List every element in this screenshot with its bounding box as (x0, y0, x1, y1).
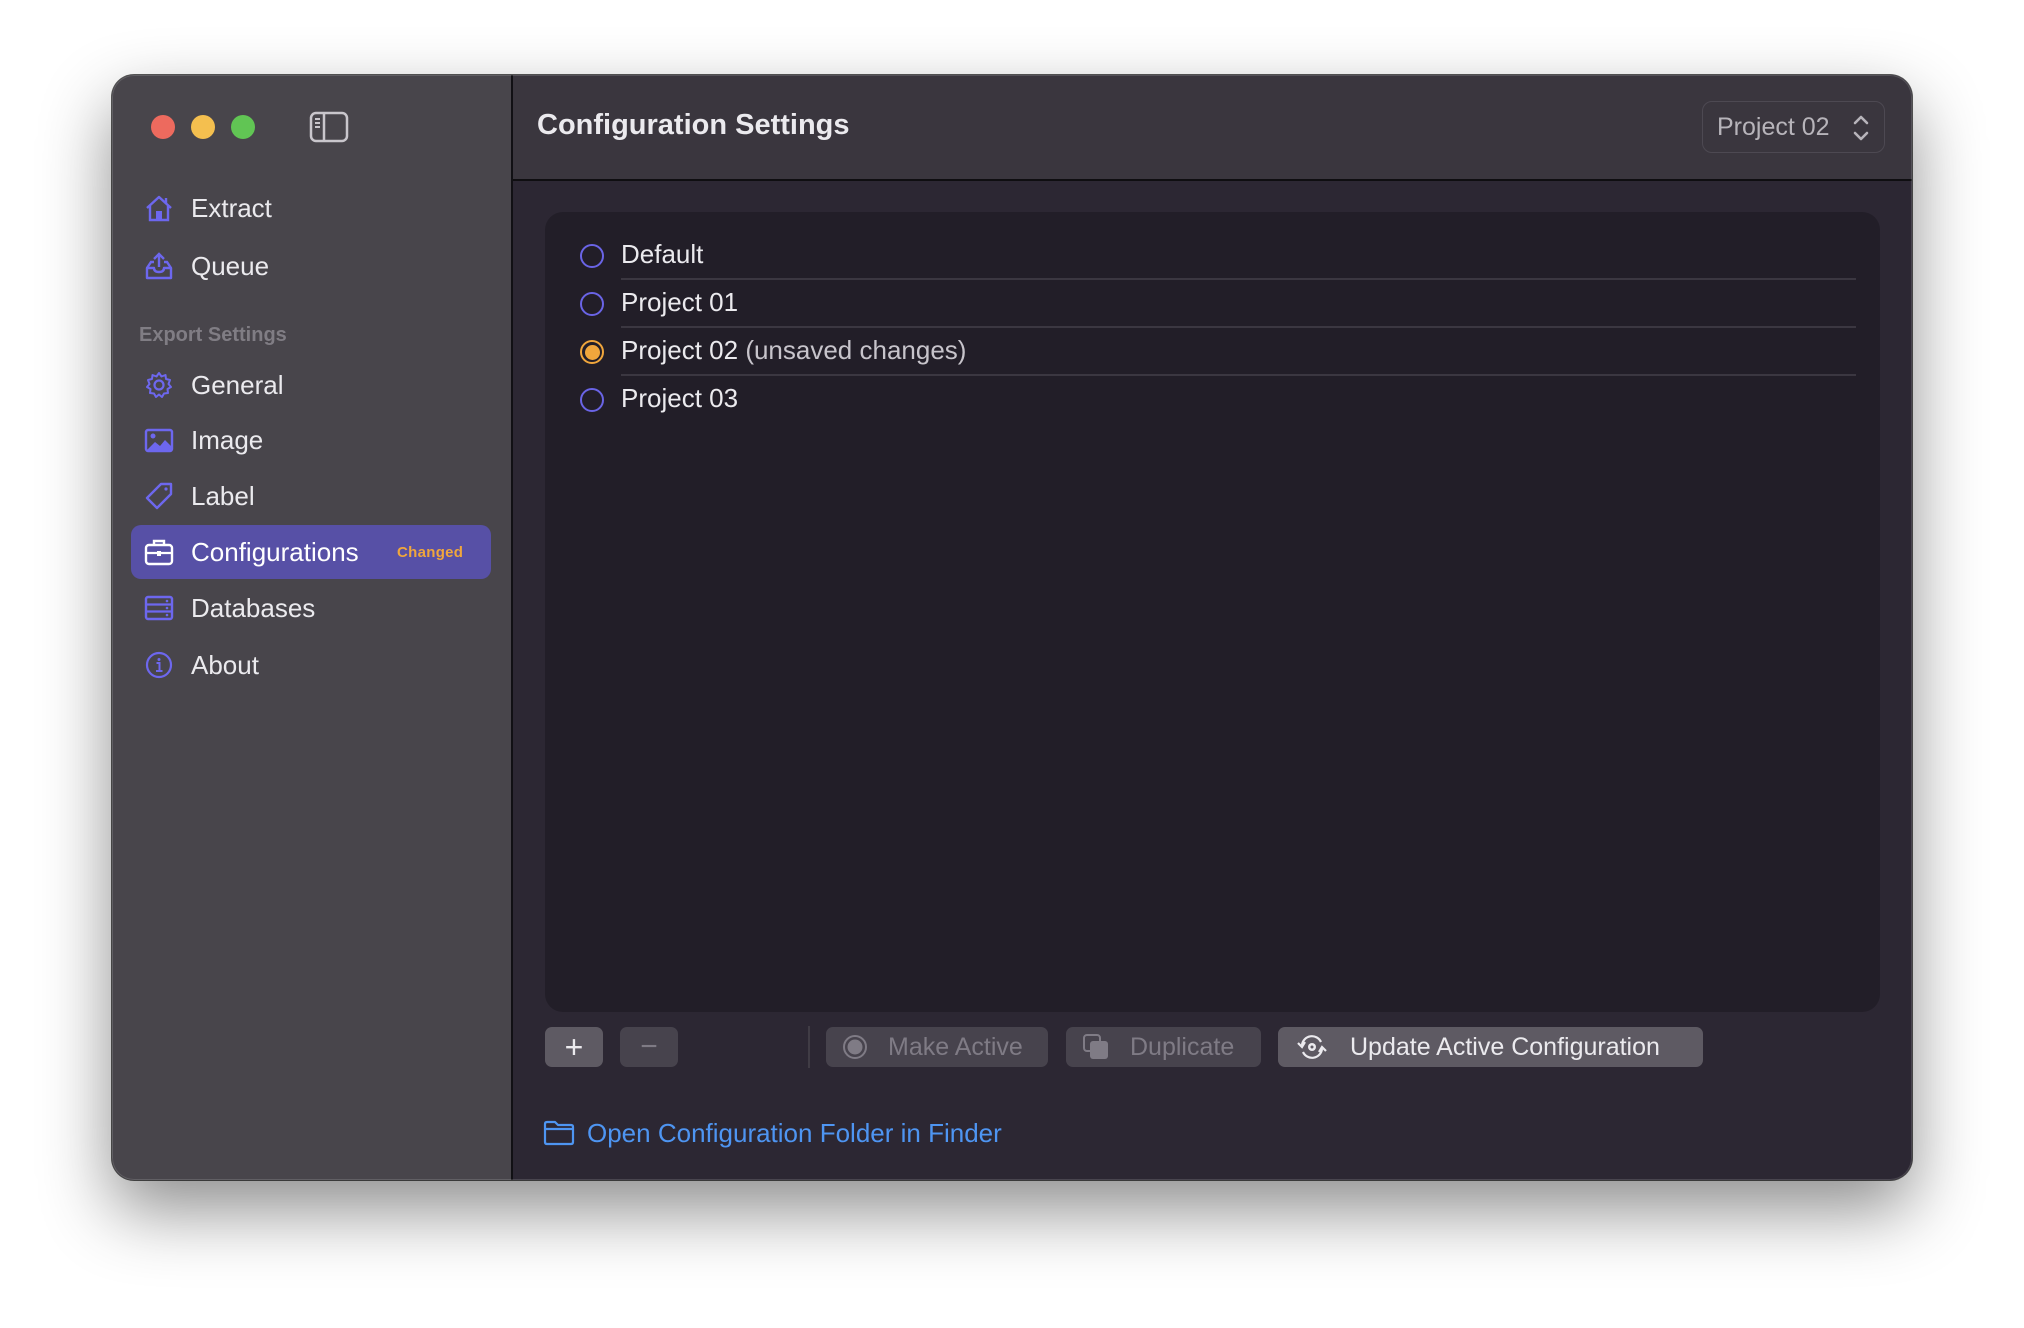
server-rack-icon (144, 593, 174, 623)
section-label-export-settings: Export Settings (139, 324, 287, 346)
sidebar-item-general[interactable]: General (131, 358, 491, 412)
sidebar-item-label: Configurations (191, 536, 359, 567)
main-content: Configuration Settings Project 02 Defaul… (513, 75, 1912, 1180)
sidebar-item-label: Extract (191, 192, 272, 223)
configuration-name: Project 01 (621, 287, 739, 317)
open-folder-label: Open Configuration Folder in Finder (587, 1117, 1002, 1148)
radio-button[interactable] (580, 244, 604, 268)
configuration-row-project-01[interactable]: Project 01 (545, 280, 1880, 328)
sidebar-item-label[interactable]: Label (131, 469, 491, 523)
configuration-list: Default Project 01 Project 02 (unsaved c… (545, 212, 1880, 1012)
sidebar-item-label: Databases (191, 592, 316, 623)
info-circle-icon (144, 650, 174, 680)
configuration-name: Project 02 (unsaved changes) (621, 335, 967, 365)
duplicate-icon (1083, 1034, 1108, 1059)
radio-button-selected[interactable] (580, 340, 604, 364)
duplicate-button[interactable]: Duplicate (1066, 1027, 1261, 1067)
sidebar-item-label: Image (191, 424, 264, 455)
photo-icon (144, 425, 174, 455)
unsaved-changes-note: (unsaved changes) (745, 335, 967, 365)
radio-button[interactable] (580, 388, 604, 412)
sidebar: Extract Queue Export Settings General Im… (112, 75, 513, 1180)
chevron-up-down-icon (1853, 115, 1869, 141)
sidebar-item-configurations[interactable]: Configurations Changed (131, 525, 491, 579)
gear-sync-icon (1297, 1035, 1327, 1059)
briefcase-icon (144, 537, 174, 567)
sidebar-item-image[interactable]: Image (131, 413, 491, 467)
minus-icon: − (640, 1030, 658, 1063)
sidebar-item-label: Queue (191, 250, 270, 281)
sidebar-toggle-button[interactable] (309, 111, 349, 143)
configuration-row-default[interactable]: Default (545, 232, 1880, 280)
picker-value: Project 02 (1717, 113, 1830, 141)
make-active-label: Make Active (888, 1032, 1023, 1061)
sidebar-item-extract[interactable]: Extract (131, 181, 491, 235)
open-folder-link[interactable]: Open Configuration Folder in Finder (543, 1115, 1002, 1151)
folder-icon (543, 1120, 575, 1146)
update-label: Update Active Configuration (1350, 1032, 1660, 1061)
radio-button[interactable] (580, 292, 604, 316)
sidebar-item-label: General (191, 369, 284, 400)
minimize-window-button[interactable] (191, 115, 215, 139)
settings-window: Extract Queue Export Settings General Im… (112, 75, 1912, 1180)
configuration-row-project-03[interactable]: Project 03 (545, 376, 1880, 424)
plus-icon: + (564, 1028, 584, 1065)
configuration-name: Default (621, 239, 704, 269)
configuration-name: Project 03 (621, 383, 739, 413)
gear-icon (144, 370, 174, 400)
zoom-window-button[interactable] (231, 115, 255, 139)
make-active-button[interactable]: Make Active (826, 1027, 1048, 1067)
sidebar-item-databases[interactable]: Databases (131, 581, 491, 635)
house-icon (144, 193, 174, 223)
sidebar-item-label: About (191, 649, 259, 680)
add-configuration-button[interactable]: + (545, 1027, 603, 1067)
sidebar-toggle-icon (309, 111, 349, 143)
page-title: Configuration Settings (537, 109, 850, 141)
tag-icon (144, 481, 174, 511)
radio-dot-icon (843, 1035, 867, 1059)
sidebar-item-label-text: Label (191, 480, 255, 511)
tray-upload-icon (144, 251, 174, 281)
configuration-row-project-02[interactable]: Project 02 (unsaved changes) (545, 328, 1880, 376)
sidebar-item-about[interactable]: About (131, 638, 491, 692)
sidebar-item-queue[interactable]: Queue (131, 239, 491, 293)
update-active-configuration-button[interactable]: Update Active Configuration (1278, 1027, 1703, 1067)
configuration-picker[interactable]: Project 02 (1702, 101, 1885, 153)
toolbar-divider (808, 1026, 810, 1068)
remove-configuration-button[interactable]: − (620, 1027, 678, 1067)
changed-badge: Changed (397, 543, 464, 561)
toolbar-header: Configuration Settings Project 02 (513, 75, 1912, 181)
duplicate-label: Duplicate (1130, 1032, 1235, 1061)
close-window-button[interactable] (151, 115, 175, 139)
